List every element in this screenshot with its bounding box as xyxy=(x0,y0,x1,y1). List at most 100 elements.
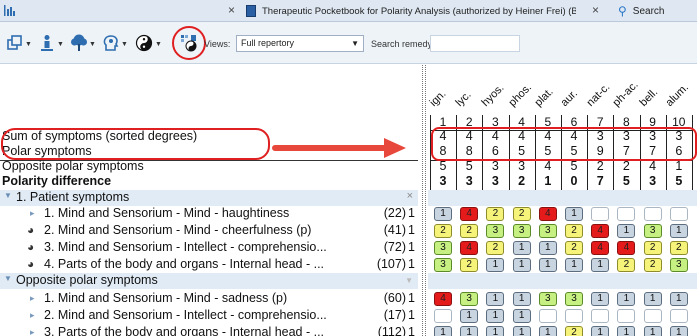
degree-cell[interactable]: 1 xyxy=(434,207,452,221)
remedy-name[interactable]: alum. xyxy=(663,81,691,109)
expand-arrow-icon[interactable]: ▸ xyxy=(30,293,35,304)
degree-cell[interactable]: 1 xyxy=(512,292,531,306)
polarity-analysis-icon[interactable] xyxy=(180,34,198,52)
degree-cell[interactable]: 1 xyxy=(591,258,610,272)
degree-cell[interactable]: 2 xyxy=(565,241,583,255)
degree-cell[interactable]: 3 xyxy=(434,241,452,255)
degree-cell[interactable]: 1 xyxy=(538,326,557,336)
degree-cell[interactable]: 1 xyxy=(565,258,583,272)
group-header-patient-symptoms[interactable]: ▼ 1. Patient symptoms × xyxy=(0,190,418,206)
degree-cell[interactable] xyxy=(617,309,636,323)
degree-cell[interactable]: 3 xyxy=(669,258,688,272)
remedy-name[interactable]: hyos. xyxy=(480,82,507,109)
symptom-row[interactable]: ◕ 3. Mind and Sensorium - Intellect - co… xyxy=(0,240,418,256)
degree-cell[interactable]: 1 xyxy=(434,326,452,336)
chevron-down-icon[interactable]: ▼ xyxy=(351,39,359,48)
symptom-row[interactable]: ◕ 4. Parts of the body and organs - Inte… xyxy=(0,257,418,273)
degree-cell[interactable]: 2 xyxy=(486,241,505,255)
tab-close-icon[interactable]: × xyxy=(228,3,235,17)
degree-cell[interactable]: 1 xyxy=(617,292,636,306)
tree-icon[interactable] xyxy=(70,34,88,52)
degree-cell[interactable] xyxy=(565,309,583,323)
degree-cell[interactable]: 4 xyxy=(538,207,557,221)
degree-cell[interactable]: 1 xyxy=(486,258,505,272)
tab-close-icon[interactable]: × xyxy=(592,3,599,17)
degree-cell[interactable]: 2 xyxy=(565,326,583,336)
degree-cell[interactable]: 1 xyxy=(486,309,505,323)
symptom-row[interactable]: ▸ 1. Mind and Sensorium - Mind - haughti… xyxy=(0,206,418,222)
remedy-name[interactable]: lyc. xyxy=(454,89,474,109)
remedy-name[interactable]: plat. xyxy=(532,86,555,109)
degree-cell[interactable]: 2 xyxy=(669,241,688,255)
remedy-name[interactable]: nat-c. xyxy=(585,81,613,109)
degree-cell[interactable]: 1 xyxy=(591,292,610,306)
degree-cell[interactable]: 2 xyxy=(460,224,479,238)
degree-cell[interactable]: 2 xyxy=(643,241,662,255)
degree-cell[interactable]: 1 xyxy=(512,241,531,255)
degree-cell[interactable]: 1 xyxy=(512,258,531,272)
degree-cell[interactable]: 1 xyxy=(669,224,688,238)
degree-cell[interactable]: 1 xyxy=(643,326,662,336)
degree-cell[interactable]: 1 xyxy=(617,326,636,336)
degree-cell[interactable]: 3 xyxy=(538,224,557,238)
degree-cell[interactable]: 1 xyxy=(591,326,610,336)
degree-cell[interactable]: 2 xyxy=(460,258,479,272)
symptom-row[interactable]: ◕ 2. Mind and Sensorium - Mind - cheerfu… xyxy=(0,223,418,239)
group-header-opposite-polar-symptoms[interactable]: ▼ Opposite polar symptoms ▼ xyxy=(0,273,418,289)
chevron-down-icon[interactable]: ▼ xyxy=(57,41,64,48)
degree-cell[interactable]: 3 xyxy=(565,292,583,306)
degree-cell[interactable]: 4 xyxy=(591,241,610,255)
search-remedy-input[interactable] xyxy=(430,35,520,52)
degree-cell[interactable]: 3 xyxy=(512,224,531,238)
degree-cell[interactable]: 3 xyxy=(486,224,505,238)
degree-cell[interactable] xyxy=(434,309,452,323)
degree-cell[interactable]: 4 xyxy=(617,241,636,255)
expand-arrow-icon[interactable]: ▸ xyxy=(30,208,35,219)
remedy-name[interactable]: ph-ac. xyxy=(611,79,641,109)
degree-cell[interactable]: 4 xyxy=(591,224,610,238)
degree-cell[interactable]: 1 xyxy=(460,309,479,323)
yin-yang-icon[interactable] xyxy=(135,34,153,52)
degree-cell[interactable]: 3 xyxy=(460,292,479,306)
close-icon[interactable]: × xyxy=(407,190,413,202)
collapse-icon[interactable]: ▼ xyxy=(405,276,413,285)
degree-cell[interactable]: 1 xyxy=(617,224,636,238)
remedy-name[interactable]: ign. xyxy=(428,88,449,109)
degree-cell[interactable] xyxy=(643,207,662,221)
degree-cell[interactable]: 1 xyxy=(460,326,479,336)
degree-cell[interactable] xyxy=(643,309,662,323)
degree-cell[interactable]: 4 xyxy=(460,241,479,255)
remedy-name[interactable]: aur. xyxy=(559,88,580,109)
pane-splitter[interactable] xyxy=(422,65,426,336)
person-icon[interactable] xyxy=(38,34,56,52)
degree-cell[interactable]: 3 xyxy=(434,258,452,272)
degree-cell[interactable]: 4 xyxy=(434,292,452,306)
degree-cell[interactable]: 1 xyxy=(512,309,531,323)
degree-cell[interactable]: 2 xyxy=(434,224,452,238)
degree-cell[interactable]: 1 xyxy=(538,241,557,255)
symptom-row[interactable]: ▸ 3. Parts of the body and organs - Inte… xyxy=(0,325,418,336)
symptom-row[interactable]: ▸ 1. Mind and Sensorium - Mind - sadness… xyxy=(0,291,418,307)
views-dropdown[interactable]: Full repertory ▼ xyxy=(236,35,364,52)
symptom-row[interactable]: ▸ 2. Mind and Sensorium - Intellect - co… xyxy=(0,308,418,324)
degree-cell[interactable] xyxy=(669,207,688,221)
chevron-down-icon[interactable]: ▼ xyxy=(89,41,96,48)
degree-cell[interactable]: 2 xyxy=(617,258,636,272)
degree-cell[interactable]: 3 xyxy=(643,224,662,238)
degree-cell[interactable]: 1 xyxy=(486,326,505,336)
degree-cell[interactable] xyxy=(538,309,557,323)
chevron-down-icon[interactable]: ▼ xyxy=(121,41,128,48)
degree-cell[interactable]: 1 xyxy=(512,326,531,336)
chevron-down-icon[interactable]: ▼ xyxy=(4,274,12,283)
degree-cell[interactable] xyxy=(591,207,610,221)
degree-cell[interactable]: 4 xyxy=(460,207,479,221)
head-profile-icon[interactable] xyxy=(102,34,120,52)
chevron-down-icon[interactable]: ▼ xyxy=(25,41,32,48)
expand-arrow-icon[interactable]: ▸ xyxy=(30,310,35,321)
expand-arrow-icon[interactable]: ▸ xyxy=(30,327,35,336)
remedy-name[interactable]: phos. xyxy=(506,81,534,109)
degree-cell[interactable]: 2 xyxy=(565,224,583,238)
chevron-down-icon[interactable]: ▼ xyxy=(155,41,162,48)
remedy-name[interactable]: bell. xyxy=(637,86,660,109)
degree-cell[interactable] xyxy=(591,309,610,323)
